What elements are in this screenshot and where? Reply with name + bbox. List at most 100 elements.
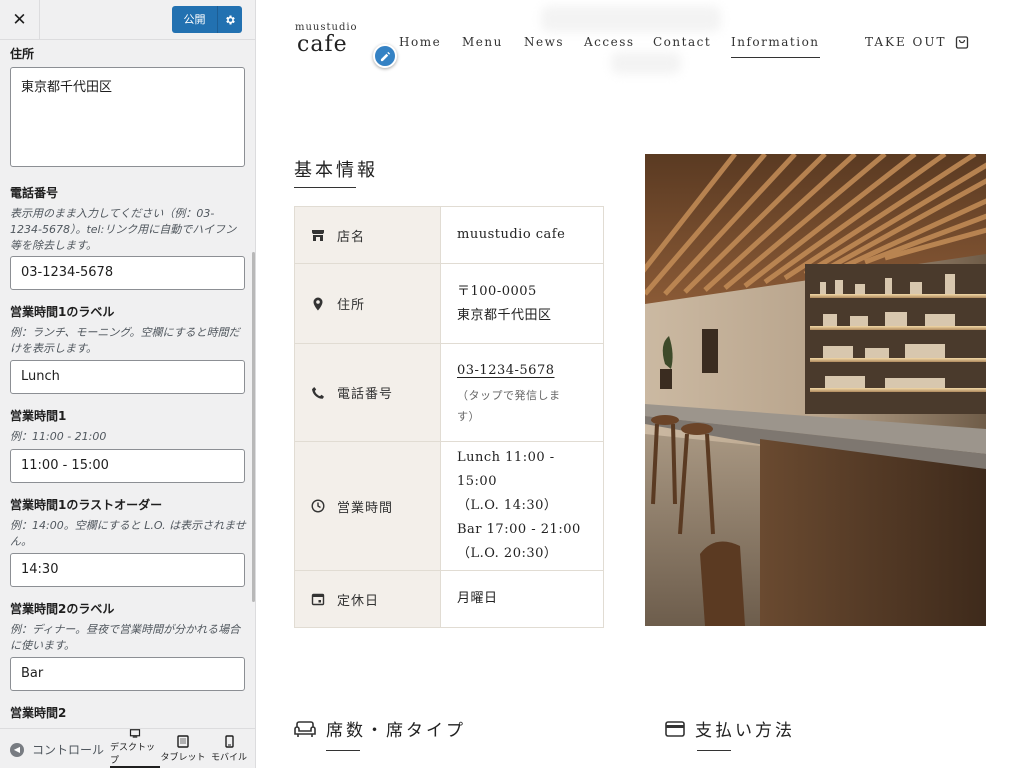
hours1-label-description: 例：ランチ、モーニング。空欄にすると時間だけを表示します。	[10, 326, 240, 355]
closed-day: 月曜日	[457, 591, 498, 606]
collapse-arrow-icon: ◀	[10, 742, 24, 757]
heading-underline	[326, 750, 360, 751]
postal-code: 〒100-0005	[457, 283, 537, 299]
phone-description: 表示用のまま入力してください（例：03-1234-5678）。tel:リンク用に…	[10, 207, 237, 252]
publish-label: 公開	[172, 6, 218, 33]
address: 東京都千代田区	[457, 307, 552, 323]
table-value-cell: 〒100-0005 東京都千代田区	[440, 263, 604, 344]
nav-home[interactable]: Home	[399, 35, 441, 49]
device-mobile-label: モバイル	[210, 753, 247, 763]
device-tablet-label: タブレット	[160, 753, 206, 763]
hours1-label-input[interactable]: Lunch	[10, 360, 245, 394]
hours1-label: 営業時間1	[10, 409, 67, 423]
device-mobile-button[interactable]: モバイル	[206, 729, 252, 768]
takeout-label: TAKE OUT	[865, 35, 947, 49]
clock-icon	[311, 499, 325, 513]
mobile-icon	[224, 735, 234, 748]
blurred-decoration	[541, 6, 721, 32]
table-value-cell: Lunch 11:00 - 15:00 （L.O. 14:30） Bar 17:…	[440, 441, 604, 571]
phone-link[interactable]: 03-1234-5678	[457, 359, 591, 383]
row-label: 住所	[337, 298, 366, 313]
address-label: 住所	[10, 47, 35, 61]
publish-button[interactable]: 公開	[172, 6, 242, 33]
device-desktop-label: デスクトップ	[110, 743, 156, 766]
location-pin-icon	[313, 297, 323, 310]
site-logo[interactable]: cafe	[297, 32, 348, 57]
nav-news[interactable]: News	[524, 35, 564, 49]
edit-shortcut-pencil-icon[interactable]	[373, 44, 397, 68]
row-label: 店名	[337, 229, 366, 245]
sidebar-scrollbar[interactable]	[252, 252, 255, 602]
device-desktop-button[interactable]: デスクトップ	[110, 729, 160, 768]
hours-line: Bar 17:00 - 21:00	[457, 522, 581, 537]
hours1-description: 例：11:00 - 21:00	[10, 430, 107, 443]
phone-icon	[312, 386, 324, 399]
customizer-sidebar: ✕ 公開 住所 東京都千代田区 電話番号 表示用のまま入力してください（例：03…	[0, 0, 256, 768]
hours1-label-label: 営業時間1のラベル	[10, 305, 115, 319]
hours-line: （L.O. 20:30）	[457, 546, 558, 561]
shopping-bag-icon	[955, 36, 968, 49]
title-underline	[294, 187, 356, 188]
hours2-label: 営業時間2	[10, 706, 67, 720]
hours1-lo-input[interactable]: 14:30	[10, 553, 245, 587]
credit-card-icon	[665, 720, 685, 737]
row-label: 電話番号	[337, 387, 394, 402]
table-value-cell: 月曜日	[440, 570, 604, 628]
desktop-icon	[129, 729, 141, 738]
nav-contact[interactable]: Contact	[653, 35, 711, 49]
address-textarea[interactable]: 東京都千代田区	[10, 67, 245, 167]
customizer-controls[interactable]: 住所 東京都千代田区 電話番号 表示用のまま入力してください（例：03-1234…	[0, 40, 255, 728]
nav-menu[interactable]: Menu	[462, 35, 503, 49]
table-row: 定休日 月曜日	[294, 570, 604, 628]
calendar-icon	[311, 593, 325, 606]
hours2-label-description: 例：ディナー。昼夜で営業時間が分かれる場合に使います。	[10, 623, 241, 652]
table-header-cell: 電話番号	[294, 343, 441, 442]
hours2-label-label: 営業時間2のラベル	[10, 602, 115, 616]
section-title-basic-info: 基本情報	[294, 160, 378, 181]
heading-underline	[697, 750, 731, 751]
hours1-lo-description: 例：14:00。空欄にすると L.O. は表示されません。	[10, 519, 246, 548]
phone-note: （タップで発信しま す）	[457, 388, 561, 423]
sofa-icon	[294, 720, 316, 737]
table-row: 店名 muustudio cafe	[294, 206, 604, 264]
hours1-input[interactable]: 11:00 - 15:00	[10, 449, 245, 483]
device-tablet-button[interactable]: タブレット	[160, 729, 206, 768]
table-row: 電話番号 03-1234-5678 （タップで発信しま す）	[294, 343, 604, 442]
hours-line: Lunch 11:00 - 15:00	[457, 450, 555, 489]
cafe-interior-photo	[645, 154, 986, 626]
table-header-cell: 定休日	[294, 570, 441, 628]
store-icon	[312, 230, 324, 241]
shop-name: muustudio cafe	[457, 227, 566, 242]
takeout-link[interactable]: TAKE OUT	[865, 35, 969, 49]
payment-heading: 支払い方法	[665, 716, 795, 741]
table-header-cell: 営業時間	[294, 441, 441, 571]
hours2-label-input[interactable]: Bar	[10, 657, 245, 691]
close-icon[interactable]: ✕	[0, 0, 40, 40]
phone-label: 電話番号	[10, 186, 59, 200]
info-table: 店名 muustudio cafe 住所 〒100-0005 東京都千代田区 電…	[294, 206, 604, 628]
table-header-cell: 住所	[294, 263, 441, 344]
nav-information[interactable]: Information	[731, 35, 820, 58]
customizer-footer: ◀ コントロール デスクトップ タブレット モバイル	[0, 728, 255, 768]
site-preview: muustudio cafe Home Menu News Access Con…	[256, 0, 1024, 768]
hours-line: （L.O. 14:30）	[457, 498, 558, 513]
phone-input[interactable]: 03-1234-5678	[10, 256, 245, 290]
blurred-decoration	[611, 52, 681, 74]
row-label: 定休日	[337, 593, 380, 609]
seats-heading: 席数・席タイプ	[294, 716, 466, 741]
gear-icon[interactable]	[218, 14, 242, 26]
customizer-header: ✕ 公開	[0, 0, 255, 40]
table-value-cell: muustudio cafe	[440, 206, 604, 264]
payment-heading-text: 支払い方法	[695, 721, 795, 741]
table-row: 住所 〒100-0005 東京都千代田区	[294, 263, 604, 344]
tablet-icon	[177, 735, 189, 748]
seats-heading-text: 席数・席タイプ	[326, 721, 466, 741]
table-value-cell: 03-1234-5678 （タップで発信しま す）	[440, 343, 604, 442]
device-switcher: デスクトップ タブレット モバイル	[110, 729, 252, 768]
nav-access[interactable]: Access	[584, 35, 635, 49]
row-label: 営業時間	[337, 500, 394, 516]
table-header-cell: 店名	[294, 206, 441, 264]
collapse-button[interactable]: ◀ コントロール	[10, 741, 104, 758]
hours1-lo-label: 営業時間1のラストオーダー	[10, 498, 163, 512]
table-row: 営業時間 Lunch 11:00 - 15:00 （L.O. 14:30） Ba…	[294, 441, 604, 571]
